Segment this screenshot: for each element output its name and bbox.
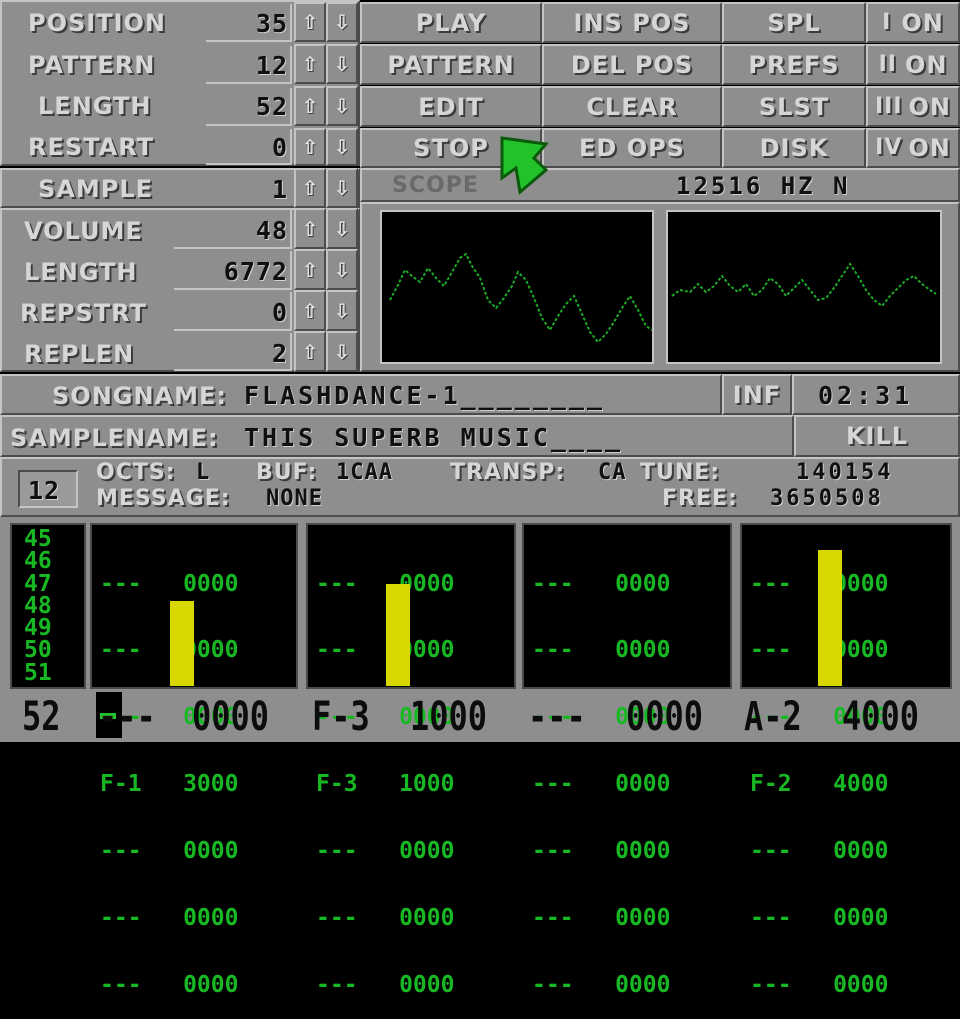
scope-left-waveform bbox=[389, 252, 653, 344]
octs-value: L bbox=[196, 460, 211, 485]
line-number: 50 bbox=[24, 637, 52, 664]
line-number: 48 bbox=[24, 592, 52, 619]
track-row: F-2 4000 bbox=[750, 771, 889, 798]
next-row-strip bbox=[0, 742, 960, 752]
buf-label: BUF: bbox=[256, 460, 318, 485]
songname-label: SONGNAME: bbox=[52, 382, 228, 410]
track-row: --- 0000 bbox=[100, 905, 239, 932]
track-row: --- 0000 bbox=[750, 838, 889, 865]
octs-label: OCTS: bbox=[96, 460, 176, 485]
current-value-track-2: 1000 bbox=[410, 694, 488, 740]
vu-meter-track-4 bbox=[818, 550, 842, 686]
message-value: NONE bbox=[266, 486, 323, 511]
samplename-label: SAMPLENAME: bbox=[10, 424, 219, 452]
track-row: F-3 1000 bbox=[316, 771, 455, 798]
inf-button[interactable]: INF bbox=[722, 374, 792, 415]
free-value: 3650508 bbox=[770, 486, 884, 511]
track-row: --- 0000 bbox=[100, 570, 239, 597]
line-number: 51 bbox=[24, 659, 52, 686]
line-number: 45 bbox=[24, 526, 52, 552]
track-row: --- 0000 bbox=[750, 971, 889, 998]
current-value-track-3: 0000 bbox=[626, 694, 704, 740]
transp-value: CA bbox=[598, 460, 627, 485]
track-row: --- 0000 bbox=[316, 971, 455, 998]
current-line-number: 52 bbox=[22, 694, 61, 740]
line-number: 47 bbox=[24, 570, 52, 597]
current-note-track-3: --- bbox=[528, 694, 586, 740]
track-row: --- 0000 bbox=[316, 637, 455, 664]
current-value-track-1: 0000 bbox=[192, 694, 270, 740]
track-1[interactable]: --- 0000 --- 0000 --- 0000 F-1 3000 --- … bbox=[90, 523, 298, 997]
playtime: 02:31 bbox=[818, 381, 914, 410]
vu-meter-track-2 bbox=[386, 584, 410, 686]
transp-label: TRANSP: bbox=[450, 460, 566, 485]
track-row: F-1 3000 bbox=[100, 771, 239, 798]
scope-right-waveform bbox=[671, 262, 937, 308]
samplename-value[interactable]: THIS SUPERB MUSIC____ bbox=[244, 425, 623, 450]
track-row: --- 0000 bbox=[532, 771, 671, 798]
track-row: --- 0000 bbox=[100, 637, 239, 664]
kill-button[interactable]: KILL bbox=[794, 415, 960, 457]
line-number: 49 bbox=[24, 615, 52, 642]
message-label: MESSAGE: bbox=[96, 486, 231, 511]
track-row: --- 0000 bbox=[100, 838, 239, 865]
line-numbers: 45 46 47 48 49 50 51 bbox=[10, 523, 86, 689]
tune-value: 140154 bbox=[796, 460, 894, 485]
track-2[interactable]: --- 0000 --- 0000 --- 0000 F-3 1000 --- … bbox=[306, 523, 516, 997]
track-row: --- 0000 bbox=[316, 838, 455, 865]
current-note-track-1: --- bbox=[98, 694, 156, 740]
track-row: --- 0000 bbox=[316, 570, 455, 597]
track-row: --- 0000 bbox=[750, 637, 889, 664]
vu-meter-track-1 bbox=[170, 601, 194, 686]
track-row: --- 0000 bbox=[532, 971, 671, 998]
current-value-track-4: 4000 bbox=[842, 694, 920, 740]
track-row: --- 0000 bbox=[532, 637, 671, 664]
track-3[interactable]: --- 0000 --- 0000 --- 0000 --- 0000 --- … bbox=[522, 523, 732, 997]
track-row: --- 0000 bbox=[532, 905, 671, 932]
buf-value: 1CAA bbox=[336, 460, 393, 485]
track-4[interactable]: --- 0000 --- 0000 --- 0000 F-2 4000 --- … bbox=[740, 523, 952, 997]
track-row: --- 0000 bbox=[532, 838, 671, 865]
line-number: 46 bbox=[24, 548, 52, 575]
track-row: --- 0000 bbox=[532, 570, 671, 597]
free-label: FREE: bbox=[662, 486, 738, 511]
current-note-track-4: A-2 bbox=[744, 694, 802, 740]
track-row: --- 0000 bbox=[100, 971, 239, 998]
track-row: --- 0000 bbox=[750, 570, 889, 597]
track-row: --- 0000 bbox=[316, 905, 455, 932]
current-note-track-2: F-3 bbox=[312, 694, 370, 740]
tune-label: TUNE: bbox=[640, 460, 721, 485]
pattern-number: 12 bbox=[28, 476, 61, 505]
mouse-pointer-icon bbox=[500, 136, 549, 195]
songname-value[interactable]: FLASHDANCE-1________ bbox=[244, 383, 605, 408]
track-row: --- 0000 bbox=[750, 905, 889, 932]
